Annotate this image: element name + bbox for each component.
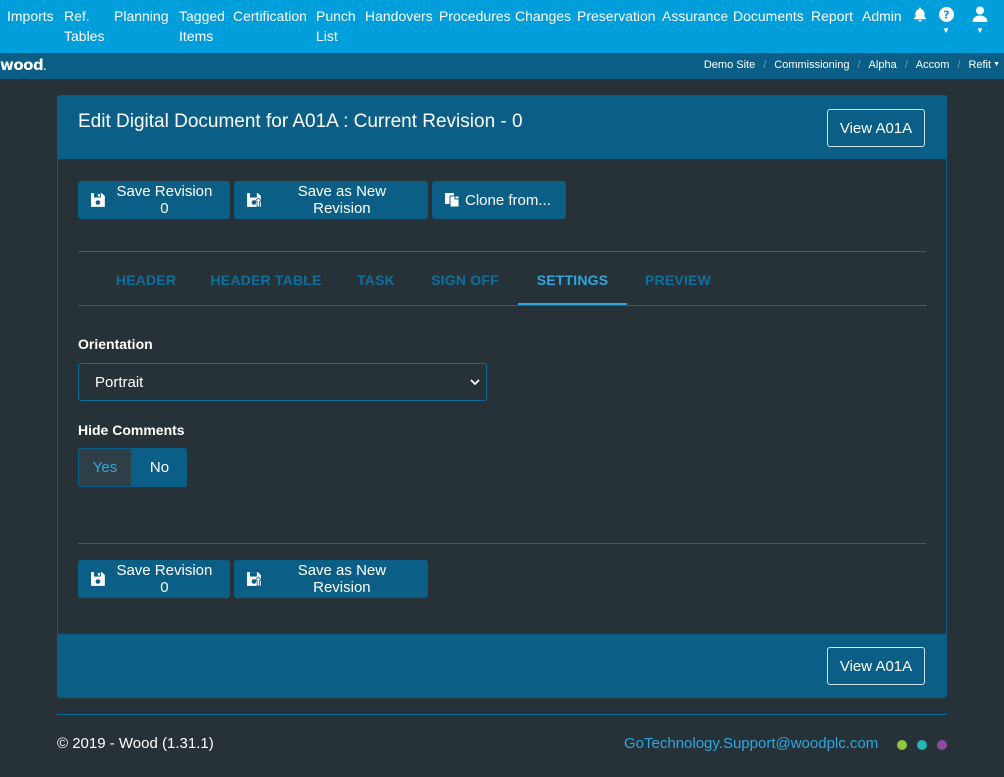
- nav-certification[interactable]: Certification: [227, 6, 313, 26]
- clone-from-button[interactable]: Clone from...: [432, 181, 566, 219]
- tab-settings[interactable]: SETTINGS: [518, 272, 627, 306]
- bell-icon[interactable]: [912, 7, 928, 22]
- breadcrumb-refit[interactable]: Refit ▼: [968, 59, 1000, 71]
- tabs-divider: [78, 305, 926, 306]
- card-header: Edit Digital Document for A01A : Current…: [58, 96, 946, 159]
- save-new-icon: [246, 572, 263, 587]
- tab-sign-off[interactable]: SIGN OFF: [414, 272, 516, 306]
- nav-documents[interactable]: Documents: [727, 6, 810, 26]
- breadcrumb: Demo Site / Commissioning / Alpha / Acco…: [703, 59, 1000, 71]
- save-revision-button[interactable]: Save Revision 0: [78, 181, 230, 219]
- nav-admin[interactable]: Admin: [856, 6, 908, 26]
- orientation-value: Portrait: [95, 373, 144, 391]
- teal-dot: [917, 740, 927, 750]
- bottom-divider: [78, 543, 926, 544]
- hide-comments-yes[interactable]: Yes: [78, 448, 132, 487]
- tab-preview[interactable]: PREVIEW: [627, 272, 729, 306]
- save-new-revision-button[interactable]: Save as New Revision: [234, 181, 428, 219]
- tab-header-table[interactable]: HEADER TABLE: [194, 272, 338, 306]
- breadcrumb-phase[interactable]: Commissioning: [774, 59, 849, 71]
- card-footer: View A01A: [58, 634, 946, 697]
- save-icon: [90, 193, 105, 207]
- nav-report[interactable]: Report: [805, 6, 859, 26]
- green-dot: [897, 740, 907, 750]
- footer-divider: [57, 714, 947, 715]
- context-bar: wood. Demo Site / Commissioning / Alpha …: [0, 53, 1004, 79]
- breadcrumb-accom[interactable]: Accom: [916, 59, 950, 71]
- user-icon[interactable]: ▼: [972, 6, 988, 36]
- help-icon[interactable]: ? ▼: [938, 7, 954, 36]
- user-caret-icon: ▼: [976, 26, 984, 35]
- nav-punch-list[interactable]: Punch List: [310, 6, 362, 46]
- chevron-down-icon: [470, 379, 480, 386]
- orientation-label: Orientation: [78, 336, 153, 352]
- brand-dots: [897, 740, 947, 750]
- view-a01a-button-top[interactable]: View A01A: [827, 109, 925, 147]
- page-title: Edit Digital Document for A01A : Current…: [78, 111, 523, 132]
- nav-planning[interactable]: Planning: [108, 6, 175, 26]
- breadcrumb-alpha[interactable]: Alpha: [869, 59, 897, 71]
- top-navbar: Imports Ref. Tables Planning Tagged Item…: [0, 0, 1004, 53]
- nav-assurance[interactable]: Assurance: [656, 6, 734, 26]
- tab-header[interactable]: HEADER: [98, 272, 194, 306]
- hide-comments-label: Hide Comments: [78, 422, 185, 438]
- wood-logo: wood.: [0, 56, 46, 74]
- nav-changes[interactable]: Changes: [509, 6, 577, 26]
- save-new-icon: [246, 193, 263, 208]
- nav-procedures[interactable]: Procedures: [433, 6, 517, 26]
- purple-dot: [937, 740, 947, 750]
- hide-comments-no[interactable]: No: [132, 448, 187, 487]
- edit-document-card: Edit Digital Document for A01A : Current…: [57, 95, 947, 698]
- copy-icon: [445, 193, 460, 208]
- document-tabs: HEADER HEADER TABLE TASK SIGN OFF SETTIN…: [78, 264, 926, 306]
- svg-text:?: ?: [943, 9, 949, 22]
- view-a01a-button-bottom[interactable]: View A01A: [827, 647, 925, 685]
- support-email-link[interactable]: GoTechnology.Support@woodplc.com: [624, 735, 878, 752]
- nav-tagged-items[interactable]: Tagged Items: [173, 6, 231, 46]
- orientation-select[interactable]: Portrait: [78, 363, 487, 401]
- chevron-down-icon: ▼: [993, 61, 1000, 68]
- nav-preservation[interactable]: Preservation: [571, 6, 662, 26]
- help-caret-icon: ▼: [942, 26, 950, 35]
- nav-ref-tables[interactable]: Ref. Tables: [58, 6, 110, 46]
- save-revision-button-bottom[interactable]: Save Revision 0: [78, 560, 230, 598]
- nav-imports[interactable]: Imports: [1, 6, 60, 26]
- copyright-text: © 2019 - Wood (1.31.1): [57, 735, 214, 752]
- save-icon: [90, 572, 105, 586]
- hide-comments-toggle: Yes No: [78, 448, 187, 487]
- breadcrumb-site[interactable]: Demo Site: [704, 59, 755, 71]
- save-new-revision-button-bottom[interactable]: Save as New Revision: [234, 560, 428, 598]
- divider: [78, 251, 926, 252]
- tab-task[interactable]: TASK: [338, 272, 414, 306]
- nav-handovers[interactable]: Handovers: [359, 6, 439, 26]
